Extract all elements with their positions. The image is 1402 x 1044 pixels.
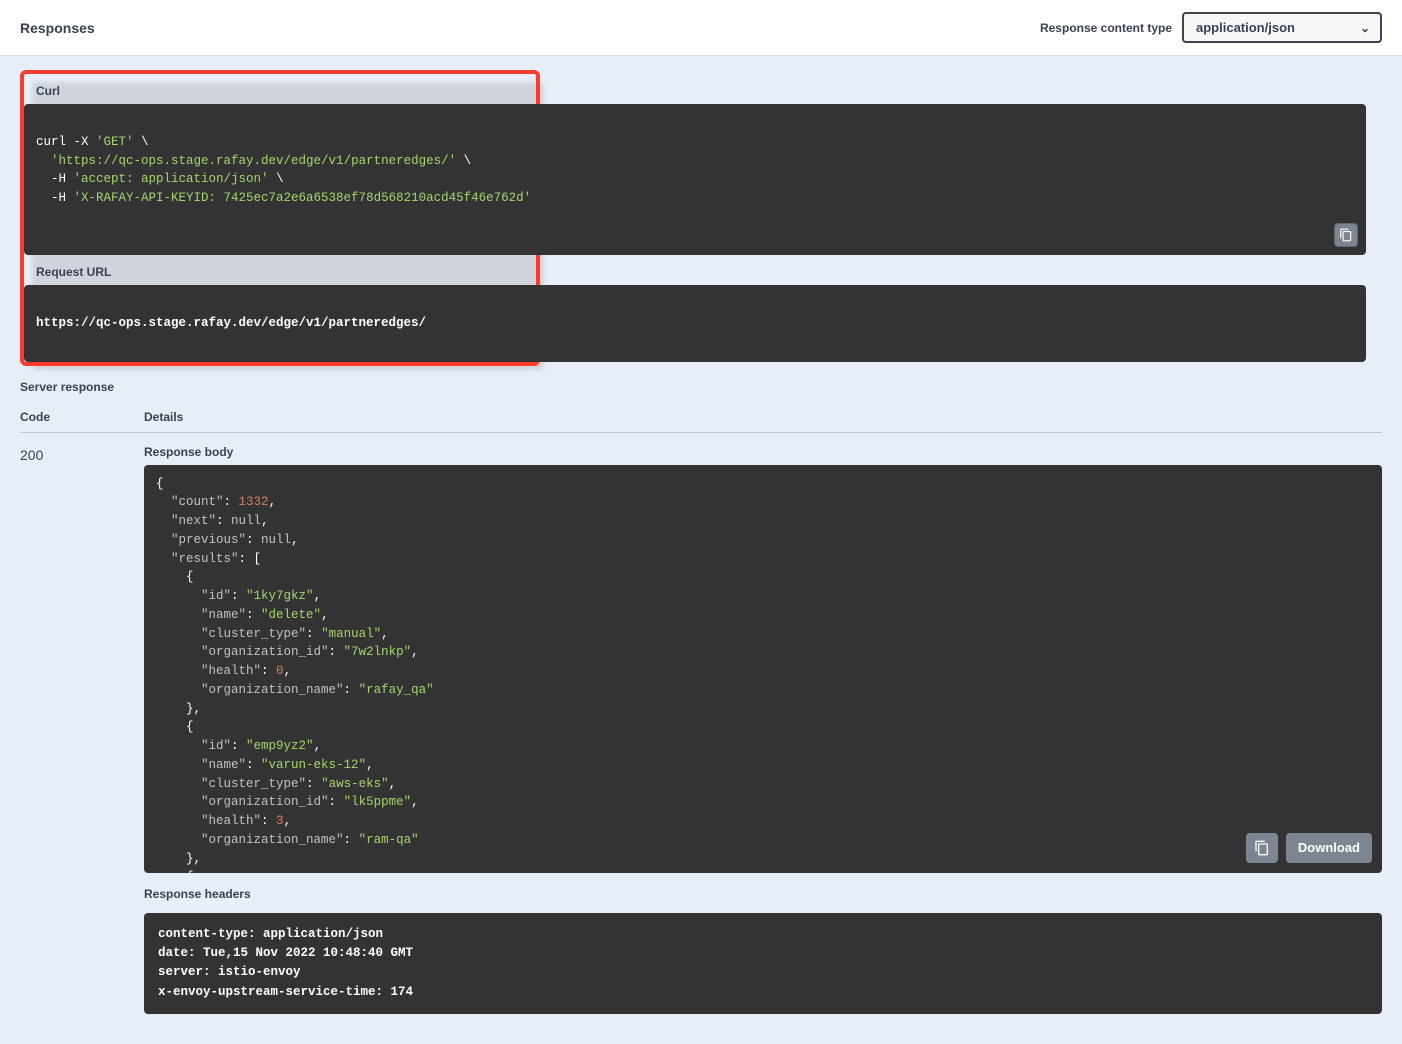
server-response-label: Server response <box>20 366 1382 402</box>
response-headers-label: Response headers <box>144 887 1382 907</box>
content-type-value: application/json <box>1196 20 1295 35</box>
responses-title: Responses <box>20 20 95 36</box>
request-url-block: https://qc-ops.stage.rafay.dev/edge/v1/p… <box>24 285 1366 361</box>
status-code: 200 <box>20 445 84 463</box>
content-type-group: Response content type application/json ⌄ <box>1040 12 1382 43</box>
response-body-block[interactable]: { "count": 1332, "next": null, "previous… <box>144 465 1382 873</box>
clipboard-icon <box>1339 228 1353 242</box>
response-table-header: Code Details <box>20 402 1382 433</box>
curl-line3: -H 'accept: application/json' \ <box>36 172 284 186</box>
request-url-value: https://qc-ops.stage.rafay.dev/edge/v1/p… <box>36 316 426 330</box>
details-column-header: Details <box>144 410 183 424</box>
curl-highlight-box: Curl curl -X 'GET' \ 'https://qc-ops.sta… <box>20 70 540 366</box>
responses-header: Responses Response content type applicat… <box>0 0 1402 56</box>
clipboard-icon <box>1254 840 1270 856</box>
curl-code-block: curl -X 'GET' \ 'https://qc-ops.stage.ra… <box>24 104 1366 255</box>
response-body-label: Response body <box>144 445 1382 465</box>
code-column-header: Code <box>20 410 84 424</box>
curl-label: Curl <box>34 74 526 104</box>
curl-line1: curl -X 'GET' \ <box>36 135 149 149</box>
curl-line4: -H 'X-RAFAY-API-KEYID: 7425ec7a2e6a6538e… <box>36 191 531 205</box>
response-row-200: 200 Response body { "count": 1332, "next… <box>20 433 1382 1015</box>
request-url-label: Request URL <box>34 255 526 285</box>
response-headers-block: content-type: application/json date: Tue… <box>144 913 1382 1015</box>
copy-curl-button[interactable] <box>1334 223 1358 247</box>
content-type-select[interactable]: application/json ⌄ <box>1182 12 1382 43</box>
curl-line2: 'https://qc-ops.stage.rafay.dev/edge/v1/… <box>36 154 471 168</box>
chevron-down-icon: ⌄ <box>1360 21 1370 35</box>
download-button[interactable]: Download <box>1286 833 1372 863</box>
content-type-label: Response content type <box>1040 21 1172 35</box>
copy-response-button[interactable] <box>1246 833 1278 863</box>
